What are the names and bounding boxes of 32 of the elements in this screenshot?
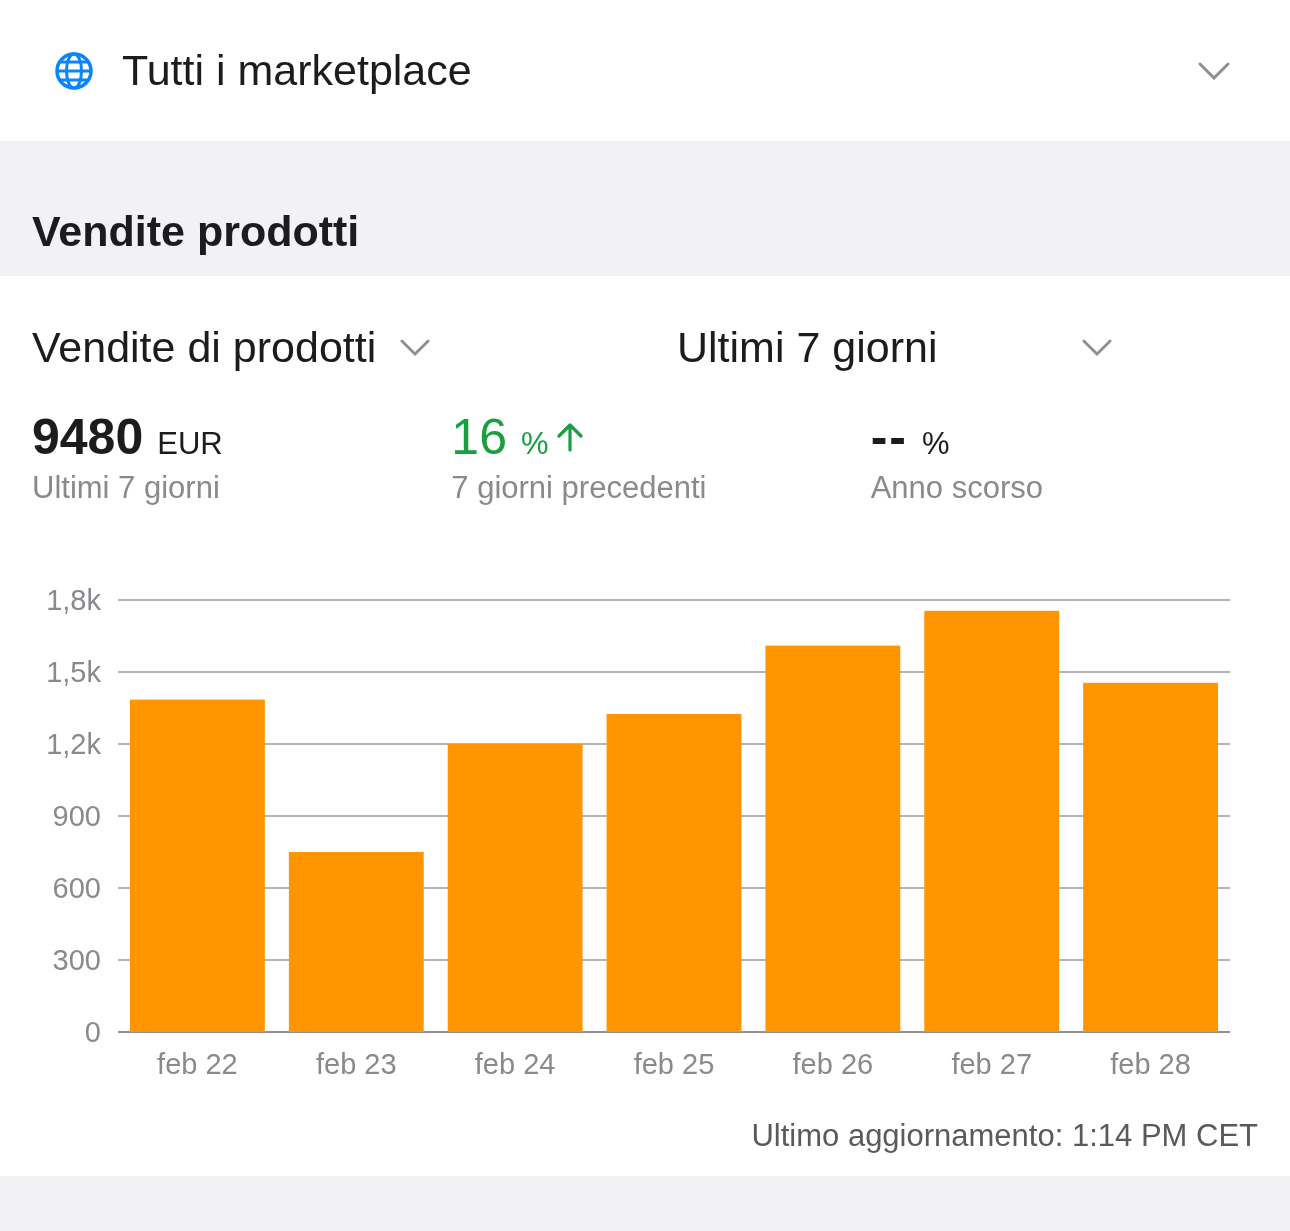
chevron-down-icon <box>1082 338 1112 356</box>
stat-caption: Anno scorso <box>870 470 1044 506</box>
stat-unit: % <box>520 426 549 462</box>
stat-value: -- <box>870 408 908 466</box>
chevron-down-icon <box>400 338 431 356</box>
y-axis-label: 1,5k <box>46 656 101 688</box>
x-axis-label: feb 24 <box>474 1048 556 1080</box>
x-axis-label: feb 25 <box>633 1048 715 1080</box>
stat-unit: EUR <box>157 426 223 462</box>
x-axis-label: feb 26 <box>792 1048 874 1080</box>
stat-caption: Ultimi 7 giorni <box>32 470 221 506</box>
y-axis-label: 900 <box>52 800 101 832</box>
marketplace-dropdown[interactable]: Tutti i marketplace <box>0 0 1290 141</box>
globe-icon <box>54 50 94 91</box>
x-axis-label: feb 23 <box>315 1048 397 1080</box>
stat-caption: 7 giorni precedenti <box>451 470 708 506</box>
metric-dropdown[interactable]: Vendite di prodotti <box>32 312 677 382</box>
x-axis-label: feb 22 <box>157 1048 238 1080</box>
stat-value: 16 <box>451 408 507 466</box>
y-axis-label: 1,2k <box>46 728 101 760</box>
stat-value: 9480 <box>32 408 144 466</box>
last-updated-text: Ultimo aggiornamento: 1:14 PM CET <box>751 1118 1258 1154</box>
chevron-down-icon <box>1198 61 1230 80</box>
y-axis-label: 300 <box>52 944 101 976</box>
x-axis-label: feb 27 <box>951 1048 1033 1080</box>
y-axis-label: 0 <box>84 1016 101 1048</box>
stat-unit: % <box>921 426 950 462</box>
y-axis-label: 600 <box>52 872 101 904</box>
y-axis-label: 1,8k <box>46 584 101 616</box>
x-axis-label: feb 28 <box>1110 1048 1191 1080</box>
section-title: Vendite prodotti <box>32 207 360 256</box>
period-dropdown[interactable]: Ultimi 7 giorni <box>677 312 1112 382</box>
